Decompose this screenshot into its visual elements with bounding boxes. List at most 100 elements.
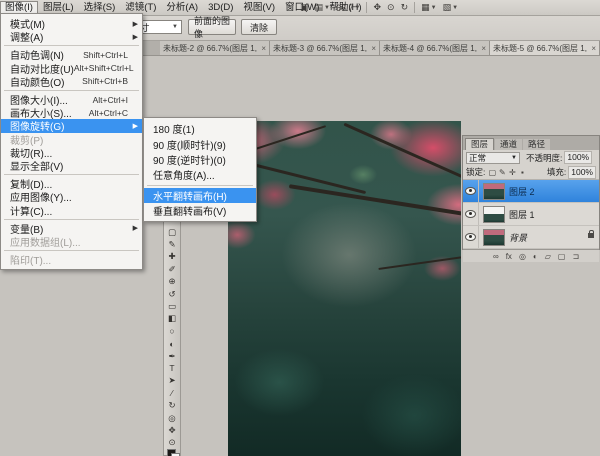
line-tool[interactable]: ∕ — [164, 387, 180, 399]
layer-style-icon[interactable]: fx — [506, 252, 512, 261]
menu-option[interactable]: 图像大小(I)...Alt+Ctrl+I — [1, 93, 142, 106]
lock-position-icon[interactable]: ✛ — [507, 168, 517, 177]
crop-tool[interactable]: ▢ — [164, 226, 180, 238]
menu-option[interactable]: 显示全部(V) — [1, 159, 142, 172]
3d-rotate-tool[interactable]: ↻ — [164, 399, 180, 411]
menu-option-shortcut: Alt+Ctrl+I — [93, 95, 128, 105]
hand-tool[interactable]: ✥ — [164, 424, 180, 436]
front-image-button[interactable]: 前面的图像 — [188, 19, 236, 35]
menu-option[interactable]: 垂直翻转画布(V) — [144, 203, 256, 218]
layers-panel-tab[interactable]: 图层 — [465, 138, 494, 150]
dodge-tool[interactable]: ◐ — [164, 338, 180, 350]
view-extras-icon-glyph: ▤ — [315, 2, 324, 13]
menu-option[interactable]: 复制(D)... — [1, 177, 142, 190]
new-layer-icon[interactable]: ▢ — [558, 252, 566, 261]
menu-option[interactable]: 画布大小(S)...Alt+Ctrl+C — [1, 106, 142, 119]
zoom-tool[interactable]: ⊙ — [164, 437, 180, 449]
visibility-toggle[interactable] — [463, 180, 479, 202]
menu-option[interactable]: 调整(A)▶ — [1, 30, 142, 43]
eyedropper-tool[interactable]: ✎ — [164, 238, 180, 250]
3d-orbit-tool[interactable]: ◎ — [164, 412, 180, 424]
brush-tool[interactable]: ✐ — [164, 263, 180, 275]
clone-stamp-tool[interactable]: ⊕ — [164, 276, 180, 288]
delete-layer-icon[interactable]: ⊐ — [572, 252, 579, 261]
layer-row[interactable]: 图层 1 — [463, 203, 599, 226]
layers-panel: 图层通道路径 正常 ▼ 不透明度: 100% 锁定: ▢✎✛▪ 填充: 100%… — [462, 135, 600, 250]
blur-tool[interactable]: ○ — [164, 325, 180, 337]
menubar-item[interactable]: 视图(V) — [238, 1, 280, 15]
color-swatches[interactable] — [167, 449, 179, 456]
visibility-toggle[interactable] — [463, 203, 479, 225]
document-tab[interactable]: 未标题-2 @ 66.7%(图层 1, R...× — [160, 41, 270, 55]
lock-pixels-icon[interactable]: ✎ — [497, 168, 507, 177]
type-tool[interactable]: T — [164, 362, 180, 374]
lock-all-icon[interactable]: ▪ — [517, 168, 527, 177]
menu-option[interactable]: 图像旋转(G)▶ — [1, 119, 142, 132]
document-tab[interactable]: 未标题-5 @ 66.7%(图层 1, R...× — [490, 41, 600, 55]
pen-tool[interactable]: ✒ — [164, 350, 180, 362]
bridge-icon[interactable]: ▣ — [300, 2, 309, 13]
zoom-level-control[interactable]: 66.7▼ — [336, 3, 360, 13]
menu-option[interactable]: 模式(M)▶ — [1, 17, 142, 30]
menu-option[interactable]: 水平翻转画布(H) — [144, 188, 256, 203]
spot-healing-brush-tool[interactable]: ✚ — [164, 251, 180, 263]
screen-mode-icon[interactable]: ▧▼ — [443, 2, 458, 13]
document-tab-title: 未标题-4 @ 66.7%(图层 1, R... — [383, 43, 479, 54]
blend-mode-select[interactable]: 正常 ▼ — [466, 152, 520, 164]
menu-option[interactable]: 90 度(顺时针)(9) — [144, 136, 256, 151]
application-bar-icons: ▣ ▤▼ 66.7▼ ✥ ⊙ ↻ ▦▼ ▧▼ — [300, 0, 458, 15]
rotate-view-icon[interactable]: ↻ — [401, 2, 409, 13]
adjustment-layer-icon[interactable]: ◐ — [533, 252, 538, 261]
close-icon[interactable]: × — [371, 44, 376, 53]
layer-row[interactable]: 背景 — [463, 226, 599, 249]
document-canvas[interactable] — [228, 121, 461, 456]
clear-button[interactable]: 清除 — [241, 19, 277, 35]
lock-icons: ▢✎✛▪ — [487, 168, 527, 177]
menu-option-label: 任意角度(A)... — [153, 167, 215, 182]
image-rotation-submenu: 180 度(1)90 度(顺时针)(9)90 度(逆时针)(0)任意角度(A).… — [143, 117, 257, 222]
blend-mode-row: 正常 ▼ 不透明度: 100% — [463, 150, 599, 165]
link-layers-icon[interactable]: ∞ — [493, 252, 499, 261]
menu-option[interactable]: 自动颜色(O)Shift+Ctrl+B — [1, 75, 142, 88]
visibility-toggle[interactable] — [463, 226, 479, 248]
close-icon[interactable]: × — [591, 44, 596, 53]
menubar-item[interactable]: 3D(D) — [203, 1, 238, 15]
layers-panel-tab[interactable]: 路径 — [523, 139, 550, 150]
document-tab[interactable]: 未标题-3 @ 66.7%(图层 1, R...× — [270, 41, 380, 55]
arrange-documents-icon[interactable]: ▦▼ — [421, 2, 436, 13]
layers-panel-tab[interactable]: 通道 — [495, 139, 522, 150]
menu-option[interactable]: 自动对比度(U)Alt+Shift+Ctrl+L — [1, 62, 142, 75]
history-brush-tool[interactable]: ↺ — [164, 288, 180, 300]
layer-thumbnail — [483, 229, 505, 246]
menu-option[interactable]: 变量(B)▶ — [1, 222, 142, 235]
menu-option[interactable]: 自动色调(N)Shift+Ctrl+L — [1, 48, 142, 61]
menubar-item[interactable]: 分析(A) — [161, 1, 203, 15]
view-extras-icon[interactable]: ▤▼ — [315, 2, 330, 13]
hand-icon[interactable]: ✥ — [373, 2, 381, 13]
layer-mask-icon[interactable]: ◎ — [519, 252, 526, 261]
menu-option[interactable]: 应用图像(Y)... — [1, 190, 142, 203]
lock-transparency-icon[interactable]: ▢ — [487, 168, 497, 177]
new-group-icon[interactable]: ▱ — [545, 252, 551, 261]
menu-option[interactable]: 任意角度(A)... — [144, 167, 256, 182]
close-icon[interactable]: × — [481, 44, 486, 53]
menu-option[interactable]: 180 度(1) — [144, 121, 256, 136]
path-selection-tool[interactable]: ➤ — [164, 375, 180, 387]
fill-label: 填充: — [547, 166, 566, 178]
menu-separator — [4, 90, 139, 91]
lock-row: 锁定: ▢✎✛▪ 填充: 100% — [463, 165, 599, 180]
layer-row[interactable]: 图层 2 — [463, 180, 599, 203]
layers-panel-tabs: 图层通道路径 — [463, 136, 599, 150]
eraser-tool[interactable]: ▭ — [164, 300, 180, 312]
document-tab[interactable]: 未标题-4 @ 66.7%(图层 1, R...× — [380, 41, 490, 55]
fill-value[interactable]: 100% — [568, 166, 596, 179]
layer-list: 图层 2图层 1背景 — [463, 180, 599, 249]
menu-option[interactable]: 裁切(R)... — [1, 146, 142, 159]
opacity-value[interactable]: 100% — [564, 151, 592, 164]
gradient-tool[interactable]: ◧ — [164, 313, 180, 325]
menu-option[interactable]: 90 度(逆时针)(0) — [144, 152, 256, 167]
menu-option[interactable]: 计算(C)... — [1, 203, 142, 216]
zoom-icon[interactable]: ⊙ — [387, 2, 395, 13]
close-icon[interactable]: × — [261, 44, 266, 53]
menu-option-label: 90 度(逆时针)(0) — [153, 152, 226, 167]
